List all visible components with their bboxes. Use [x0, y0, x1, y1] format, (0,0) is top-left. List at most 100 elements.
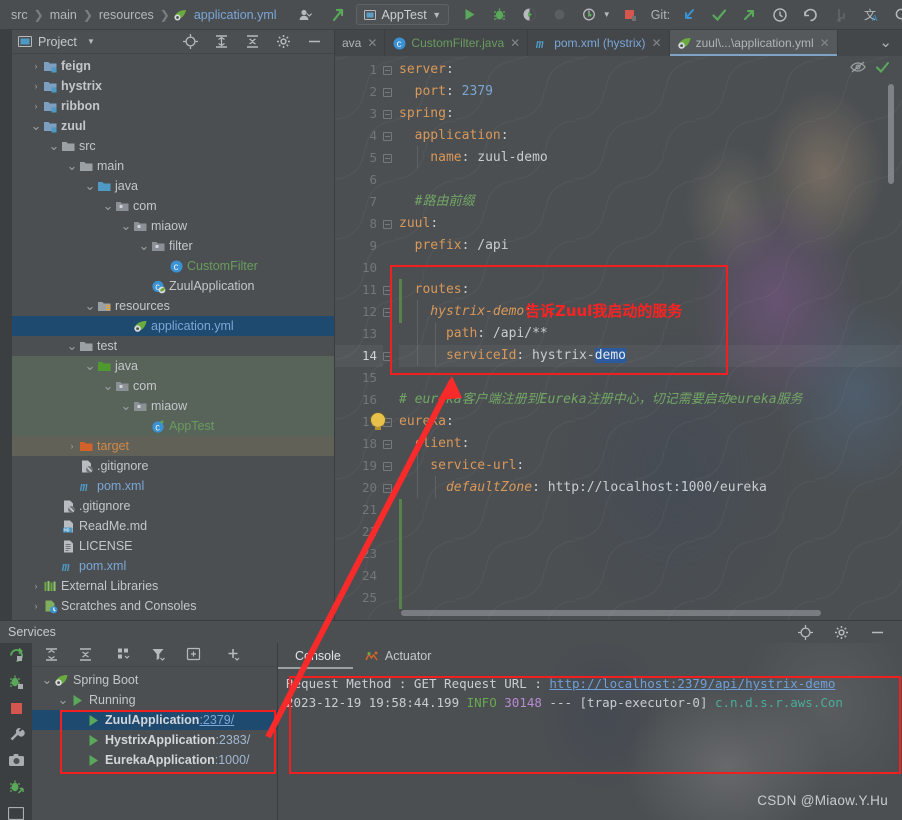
left-tool-stripe[interactable] — [0, 30, 12, 620]
editor-tab-zuul-...-application.yml[interactable]: zuul\...\application.yml ✕ — [669, 30, 838, 56]
chevron-right-icon[interactable]: › — [30, 101, 42, 111]
run-icon[interactable] — [459, 4, 481, 26]
service-item-zuulapplication[interactable]: ZuulApplication :2379/ — [32, 710, 277, 730]
rerun-icon[interactable] — [5, 647, 27, 664]
editor-scrollbar[interactable] — [888, 84, 894, 184]
run-with-dropdown-icon[interactable] — [579, 4, 601, 26]
attach-debugger-icon[interactable] — [5, 779, 27, 796]
project-tree-item-pom.xml[interactable]: m pom.xml — [12, 476, 334, 496]
project-tree-item-external-libraries[interactable]: › External Libraries — [12, 576, 334, 596]
service-port-link[interactable]: :1000/ — [215, 753, 250, 767]
chevron-right-icon[interactable]: › — [30, 601, 42, 611]
console-url-link[interactable]: http://localhost:2379/api/hystrix-demo — [549, 676, 835, 691]
debug-icon[interactable] — [5, 674, 27, 691]
services-tree[interactable]: ⌄ Spring Boot ⌄ Running ZuulApplication :237… — [32, 667, 277, 770]
debug-icon[interactable] — [489, 4, 511, 26]
console-tab-console[interactable]: Console — [278, 643, 353, 669]
collapse-all-icon[interactable] — [241, 31, 263, 53]
profiler-icon[interactable] — [549, 4, 571, 26]
run-coverage-icon[interactable] — [519, 4, 541, 26]
service-item-hystrixapplication[interactable]: HystrixApplication :2383/ — [32, 730, 277, 750]
git-branch-icon[interactable] — [831, 4, 853, 26]
chevron-down-icon[interactable]: ⌄ — [40, 673, 54, 686]
git-commit-icon[interactable] — [708, 4, 730, 26]
stop-icon[interactable] — [619, 4, 641, 26]
hide-icon[interactable] — [303, 31, 325, 53]
chevron-down-icon[interactable]: ⌄ — [66, 339, 78, 352]
chevron-down-icon[interactable]: ⌄ — [48, 139, 60, 152]
services-run-stripe[interactable] — [0, 643, 32, 820]
add-tab-icon[interactable] — [182, 644, 204, 666]
git-update-icon[interactable] — [678, 4, 700, 26]
breadcrumb-item-resources[interactable]: resources — [94, 8, 159, 22]
chevron-down-icon[interactable]: ⌄ — [84, 359, 96, 372]
close-icon[interactable]: ✕ — [652, 36, 662, 50]
project-tree-item-pom.xml[interactable]: m pom.xml — [12, 556, 334, 576]
project-tree-item-com[interactable]: ⌄ com — [12, 376, 334, 396]
add-icon[interactable] — [222, 644, 244, 666]
gear-icon[interactable] — [272, 31, 294, 53]
close-icon[interactable]: ✕ — [367, 36, 377, 50]
run-configuration-selector[interactable]: AppTest ▼ — [355, 4, 449, 25]
project-tree-item-miaow[interactable]: ⌄ miaow — [12, 396, 334, 416]
chevron-down-icon[interactable]: ⌄ — [84, 299, 96, 312]
group-by-icon[interactable] — [114, 644, 136, 666]
stop-icon[interactable] — [5, 701, 27, 716]
project-tree-item-main[interactable]: ⌄ main — [12, 156, 334, 176]
filter-icon[interactable] — [148, 644, 170, 666]
inspection-ok-icon[interactable] — [875, 60, 890, 79]
project-tree-item-readme.md[interactable]: MD ReadMe.md — [12, 516, 334, 536]
git-history-icon[interactable] — [769, 4, 791, 26]
project-tree-item-src[interactable]: ⌄ src — [12, 136, 334, 156]
editor-tabs[interactable]: ava ✕ C CustomFilter.java ✕ m pom.xml (hystrix… — [335, 30, 902, 56]
chevron-down-icon[interactable]: ▼ — [601, 4, 613, 26]
chevron-down-icon[interactable]: ⌄ — [102, 199, 114, 212]
project-tree-item-filter[interactable]: ⌄ filter — [12, 236, 334, 256]
chevron-down-icon[interactable]: ⌄ — [120, 219, 132, 232]
project-tree-item-hystrix[interactable]: › hystrix — [12, 76, 334, 96]
service-item-eurekaapplication[interactable]: EurekaApplication :1000/ — [32, 750, 277, 770]
project-tree-item-.gitignore[interactable]: .gitignore — [12, 496, 334, 516]
chevron-down-icon[interactable]: ⌄ — [66, 159, 78, 172]
intention-bulb-icon[interactable] — [371, 413, 385, 430]
editor-horizontal-scrollbar[interactable] — [401, 610, 821, 616]
project-tree-item-ribbon[interactable]: › ribbon — [12, 96, 334, 116]
service-item-running[interactable]: ⌄ Running — [32, 690, 277, 710]
project-tree-item-customfilter[interactable]: C CustomFilter — [12, 256, 334, 276]
project-tree-item-resources[interactable]: ⌄ resources — [12, 296, 334, 316]
breadcrumb-item-main[interactable]: main — [45, 8, 82, 22]
avatar-dropdown-icon[interactable] — [296, 4, 318, 26]
chevron-down-icon[interactable]: ▼ — [83, 31, 99, 53]
collapse-all-icon[interactable] — [74, 644, 96, 666]
console-tabs[interactable]: Console Actuator — [278, 643, 902, 669]
chevron-down-icon[interactable]: ⌄ — [56, 693, 70, 706]
project-tree-item-miaow[interactable]: ⌄ miaow — [12, 216, 334, 236]
project-tree-item-.gitignore[interactable]: .gitignore — [12, 456, 334, 476]
close-icon[interactable]: ✕ — [510, 36, 520, 50]
chevron-right-icon[interactable]: › — [30, 81, 42, 91]
update-project-icon[interactable] — [328, 4, 350, 26]
project-tree-item-feign[interactable]: › feign — [12, 56, 334, 76]
code-editor[interactable]: 1 2 3 4 5 6 7 8 9 10 11 12 13 14 15 16 17 18 19 20 21 22 23 24 2… — [335, 56, 902, 620]
chevron-right-icon[interactable]: › — [66, 441, 78, 451]
locate-icon[interactable] — [794, 621, 816, 643]
chevron-down-icon[interactable]: ⌄ — [120, 399, 132, 412]
settings-wrench-icon[interactable] — [5, 726, 27, 743]
project-tree-item-license[interactable]: LICENSE — [12, 536, 334, 556]
chevron-down-icon[interactable]: ⌄ — [138, 239, 150, 252]
chevron-down-icon[interactable]: ⌄ — [102, 379, 114, 392]
close-icon[interactable]: ✕ — [820, 36, 830, 50]
project-tree-item-com[interactable]: ⌄ com — [12, 196, 334, 216]
project-tree-item-zuulapplication[interactable]: C ZuulApplication — [12, 276, 334, 296]
project-tree-item-java[interactable]: ⌄ java — [12, 356, 334, 376]
chevron-down-icon[interactable]: ⌄ — [30, 119, 42, 132]
project-tree-item-target[interactable]: › target — [12, 436, 334, 456]
console-icon[interactable] — [5, 806, 27, 820]
project-tree-item-test[interactable]: ⌄ test — [12, 336, 334, 356]
chevron-right-icon[interactable]: › — [30, 61, 42, 71]
breadcrumb-item-src[interactable]: src — [6, 8, 33, 22]
search-icon[interactable] — [891, 4, 902, 26]
locate-icon[interactable] — [179, 31, 201, 53]
project-tree-item-application.yml[interactable]: application.yml — [12, 316, 334, 336]
service-port-link[interactable]: :2379/ — [199, 713, 234, 727]
